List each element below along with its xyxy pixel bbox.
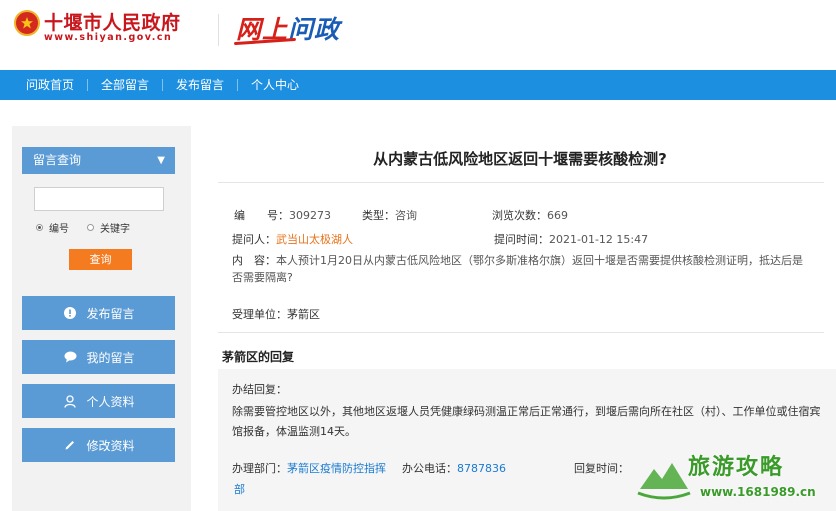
- post-message-button[interactable]: 发布留言: [22, 296, 175, 330]
- reply-panel: 办结回复： 除需要管控地区以外，其他地区返堰人员凭健康绿码测温正常后正常通行，到…: [218, 369, 836, 511]
- message-number-label: 编 号：: [234, 209, 289, 222]
- main-nav: 问政首页 全部留言 发布留言 个人中心: [0, 70, 836, 100]
- radio-checked-icon[interactable]: [36, 224, 43, 231]
- reply-department-link[interactable]: 茅箭区疫情防控指挥: [287, 462, 386, 475]
- profile-button[interactable]: 个人资料: [22, 384, 175, 418]
- reply-heading: 茅箭区的回复: [222, 350, 295, 364]
- header-divider: [218, 14, 219, 46]
- handling-unit-label: 受理单位：: [232, 308, 287, 321]
- site-header: 十堰市人民政府 www.shiyan.gov.cn 网上问政: [0, 0, 836, 70]
- sidebar: 留言查询 ▼ 编号 关键字 查询 发布留言 我的留言 个人资料 修改资料: [12, 126, 191, 511]
- message-title: 从内蒙古低风险地区返回十堰需要核酸检测?: [373, 150, 667, 168]
- user-icon: [62, 393, 78, 409]
- view-count: 浏览次数：669: [492, 207, 568, 223]
- content-label: 内 容：: [232, 254, 276, 267]
- office-phone: 办公电话：8787836: [402, 460, 506, 476]
- message-content: 内 容：本人预计1月20日从内蒙古低风险地区（鄂尔多斯准格尔旗）返回十堰是否需要…: [232, 252, 812, 286]
- asker: 提问人：武当山太极湖人: [232, 231, 353, 247]
- message-type: 类型：咨询: [362, 207, 417, 223]
- message-number: 编 号：309273: [234, 207, 331, 223]
- message-type-label: 类型：: [362, 209, 395, 222]
- my-messages-button[interactable]: 我的留言: [22, 340, 175, 374]
- search-input[interactable]: [34, 187, 164, 211]
- content-divider: [218, 332, 824, 333]
- my-messages-label: 我的留言: [86, 350, 135, 365]
- content-body: 本人预计1月20日从内蒙古低风险地区（鄂尔多斯准格尔旗）返回十堰是否需要提供核酸…: [232, 254, 803, 284]
- radio-unchecked-icon[interactable]: [87, 224, 94, 231]
- site-name[interactable]: 十堰市人民政府: [44, 8, 181, 35]
- view-count-value: 669: [547, 209, 568, 222]
- radio-number-label: 编号: [49, 224, 69, 235]
- message-number-value: 309273: [289, 209, 331, 222]
- chat-icon: [62, 349, 78, 365]
- triangle-down-icon: ▼: [157, 155, 165, 166]
- edit-profile-label: 修改资料: [86, 438, 135, 453]
- reply-time: 回复时间：: [574, 460, 629, 476]
- profile-label: 个人资料: [86, 394, 135, 409]
- handling-unit-value: 茅箭区: [287, 308, 320, 321]
- search-panel-title: 留言查询: [33, 153, 82, 167]
- reply-department-link-wrap[interactable]: 部: [234, 481, 245, 497]
- radio-number[interactable]: 编号: [36, 220, 69, 235]
- nav-item-post-message[interactable]: 发布留言: [163, 70, 237, 100]
- reply-department: 办理部门：茅箭区疫情防控指挥: [232, 460, 386, 476]
- query-button[interactable]: 查询: [69, 249, 132, 270]
- view-count-label: 浏览次数：: [492, 209, 547, 222]
- title-divider: [218, 182, 824, 183]
- nav-item-personal-center[interactable]: 个人中心: [238, 70, 312, 100]
- alert-icon: [62, 305, 78, 321]
- ask-time-label: 提问时间：: [494, 233, 549, 246]
- radio-keyword-label: 关键字: [100, 224, 130, 235]
- edit-profile-button[interactable]: 修改资料: [22, 428, 175, 462]
- ask-time-value: 2021-01-12 15:47: [549, 233, 649, 246]
- office-phone-label: 办公电话：: [402, 462, 457, 475]
- reply-body: 除需要管控地区以外，其他地区返堰人员凭健康绿码测温正常后正常通行，到堰后需向所在…: [232, 405, 821, 438]
- reply-time-label: 回复时间：: [574, 462, 629, 475]
- handling-unit: 受理单位：茅箭区: [232, 306, 320, 322]
- reply-department-label: 办理部门：: [232, 462, 287, 475]
- site-url: www.shiyan.gov.cn: [44, 32, 173, 43]
- search-mode-group: 编号 关键字: [36, 220, 148, 235]
- message-type-value: 咨询: [395, 209, 417, 222]
- radio-keyword[interactable]: 关键字: [87, 220, 130, 235]
- nav-item-home[interactable]: 问政首页: [0, 70, 87, 100]
- message-detail: 从内蒙古低风险地区返回十堰需要核酸检测? 编 号：309273 类型：咨询 浏览…: [204, 126, 836, 511]
- ask-time: 提问时间：2021-01-12 15:47: [494, 231, 648, 247]
- search-panel-header[interactable]: 留言查询 ▼: [22, 147, 175, 174]
- asker-label: 提问人：: [232, 233, 276, 246]
- office-phone-value: 8787836: [457, 462, 506, 475]
- national-emblem-icon: [14, 10, 40, 36]
- nav-item-all-messages[interactable]: 全部留言: [88, 70, 162, 100]
- asker-name[interactable]: 武当山太极湖人: [276, 233, 353, 246]
- pencil-icon: [62, 437, 78, 453]
- post-message-label: 发布留言: [86, 306, 135, 321]
- reply-label: 办结回复：: [232, 383, 287, 396]
